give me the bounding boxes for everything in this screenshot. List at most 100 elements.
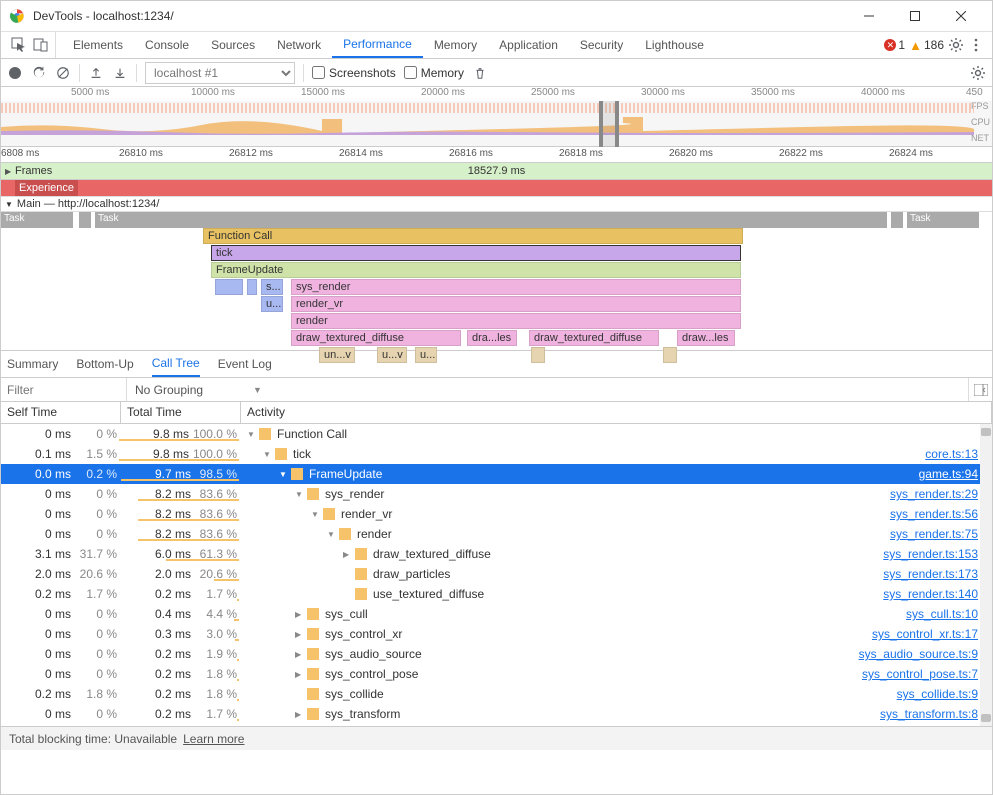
tab-elements[interactable]: Elements xyxy=(62,32,134,58)
clear-button[interactable] xyxy=(55,65,71,81)
tree-row[interactable]: 0.1 ms1.5 %9.8 ms100.0 %tickcore.ts:13 xyxy=(1,444,992,464)
expand-icon[interactable] xyxy=(295,709,305,719)
flame-block[interactable] xyxy=(531,347,545,363)
device-toolbar-icon[interactable] xyxy=(33,37,49,53)
overview-strip[interactable]: 5000 ms10000 ms15000 ms20000 ms25000 ms3… xyxy=(1,87,992,147)
tree-row[interactable]: 0 ms0 %8.2 ms83.6 %rendersys_render.ts:7… xyxy=(1,524,992,544)
source-link[interactable]: sys_render.ts:56 xyxy=(890,507,992,521)
tab-sources[interactable]: Sources xyxy=(200,32,266,58)
task-bar[interactable]: Task xyxy=(1,212,73,228)
col-self-time[interactable]: Self Time xyxy=(1,402,121,423)
flame-block[interactable] xyxy=(247,279,257,295)
expand-icon[interactable] xyxy=(295,649,305,659)
source-link[interactable]: sys_control_pose.ts:7 xyxy=(862,667,992,681)
tree-row[interactable]: 0.2 ms1.7 %0.2 ms1.7 %use_textured_diffu… xyxy=(1,584,992,604)
flame-block[interactable] xyxy=(215,279,243,295)
task-bar[interactable] xyxy=(79,212,91,228)
frames-track[interactable]: Frames 18527.9 ms xyxy=(1,163,992,180)
reload-button[interactable] xyxy=(31,65,47,81)
expand-icon[interactable] xyxy=(263,449,273,459)
inspect-element-icon[interactable] xyxy=(11,37,27,53)
memory-checkbox[interactable]: Memory xyxy=(404,66,464,80)
source-link[interactable]: sys_render.ts:173 xyxy=(883,567,992,581)
experience-track[interactable]: Experience xyxy=(1,180,992,196)
source-link[interactable]: sys_audio_source.ts:9 xyxy=(859,647,992,661)
record-button[interactable] xyxy=(7,65,23,81)
tab-security[interactable]: Security xyxy=(569,32,634,58)
settings-icon[interactable] xyxy=(948,37,964,53)
heaviest-stack-toggle[interactable] xyxy=(968,378,992,401)
expand-icon[interactable] xyxy=(5,199,13,209)
task-bar[interactable] xyxy=(891,212,903,228)
tab-network[interactable]: Network xyxy=(266,32,332,58)
flame-draw-textured-diffuse[interactable]: draw_textured_diffuse xyxy=(529,330,659,346)
source-link[interactable]: sys_control_xr.ts:17 xyxy=(872,627,992,641)
flame-render-vr[interactable]: render_vr xyxy=(291,296,741,312)
flame-block[interactable]: u... xyxy=(415,347,437,363)
tree-row[interactable]: 3.1 ms31.7 %6.0 ms61.3 %draw_textured_di… xyxy=(1,544,992,564)
main-thread-header[interactable]: Main — http://localhost:1234/ xyxy=(1,196,992,212)
tab-performance[interactable]: Performance xyxy=(332,32,423,58)
expand-icon[interactable] xyxy=(295,489,305,499)
task-bar[interactable]: Task xyxy=(95,212,887,228)
tab-lighthouse[interactable]: Lighthouse xyxy=(634,32,715,58)
flame-block[interactable] xyxy=(663,347,677,363)
expand-icon[interactable] xyxy=(343,549,353,559)
recordings-select[interactable]: localhost #1 xyxy=(145,62,295,84)
expand-icon[interactable] xyxy=(295,629,305,639)
source-link[interactable]: sys_render.ts:153 xyxy=(883,547,992,561)
tree-row[interactable]: 0 ms0 %8.2 ms83.6 %sys_rendersys_render.… xyxy=(1,484,992,504)
tree-row[interactable]: 0 ms0 %8.2 ms83.6 %render_vrsys_render.t… xyxy=(1,504,992,524)
more-icon[interactable] xyxy=(968,37,984,53)
tree-row[interactable]: 0.0 ms0.2 %9.7 ms98.5 %FrameUpdategame.t… xyxy=(1,464,992,484)
flame-block[interactable]: draw...les xyxy=(677,330,735,346)
flame-chart[interactable]: Function Call tick FrameUpdate s... sys_… xyxy=(1,228,992,350)
tab-application[interactable]: Application xyxy=(488,32,569,58)
window-maximize-button[interactable] xyxy=(892,1,938,32)
flame-block[interactable]: u... xyxy=(261,296,283,312)
window-close-button[interactable] xyxy=(938,1,984,32)
tree-row[interactable]: 0 ms0 %0.3 ms3.0 %sys_control_xrsys_cont… xyxy=(1,624,992,644)
window-minimize-button[interactable] xyxy=(846,1,892,32)
flame-function-call[interactable]: Function Call xyxy=(203,228,743,244)
flame-render[interactable]: render xyxy=(291,313,741,329)
capture-settings-icon[interactable] xyxy=(970,65,986,81)
garbage-collect-button[interactable] xyxy=(472,65,488,81)
warnings-badge[interactable]: ▲ 186 xyxy=(909,38,944,53)
flame-block[interactable]: s... xyxy=(261,279,283,295)
expand-icon[interactable] xyxy=(247,429,257,439)
tree-row[interactable]: 0 ms0 %0.2 ms1.7 %sys_transformsys_trans… xyxy=(1,704,992,724)
filter-input[interactable] xyxy=(1,383,126,397)
learn-more-link[interactable]: Learn more xyxy=(183,732,244,746)
tree-row[interactable]: 0.2 ms1.8 %0.2 ms1.8 %sys_collidesys_col… xyxy=(1,684,992,704)
expand-icon[interactable] xyxy=(311,509,321,519)
expand-icon[interactable] xyxy=(279,469,289,479)
grouping-select[interactable]: No Grouping ▼ xyxy=(126,378,270,401)
overview-selection[interactable] xyxy=(599,101,619,147)
scrollbar[interactable] xyxy=(980,424,992,726)
source-link[interactable]: sys_collide.ts:9 xyxy=(897,687,992,701)
call-tree-body[interactable]: 0 ms0 %9.8 ms100.0 %Function Call0.1 ms1… xyxy=(1,424,992,726)
flame-draw-textured-diffuse[interactable]: draw_textured_diffuse xyxy=(291,330,461,346)
expand-icon[interactable] xyxy=(295,609,305,619)
screenshots-checkbox[interactable]: Screenshots xyxy=(312,66,396,80)
flame-block[interactable]: u...v xyxy=(377,347,407,363)
tree-row[interactable]: 0 ms0 %0.2 ms1.8 %sys_control_posesys_co… xyxy=(1,664,992,684)
flame-block[interactable]: un...v xyxy=(319,347,355,363)
col-activity[interactable]: Activity xyxy=(241,402,992,423)
errors-badge[interactable]: ✕ 1 xyxy=(884,38,905,52)
tree-row[interactable]: 0 ms0 %9.8 ms100.0 %Function Call xyxy=(1,424,992,444)
tree-row[interactable]: 2.0 ms20.6 %2.0 ms20.6 %draw_particlessy… xyxy=(1,564,992,584)
tab-memory[interactable]: Memory xyxy=(423,32,488,58)
source-link[interactable]: sys_render.ts:75 xyxy=(890,527,992,541)
source-link[interactable]: sys_render.ts:140 xyxy=(883,587,992,601)
load-profile-button[interactable] xyxy=(88,65,104,81)
expand-icon[interactable] xyxy=(5,166,11,176)
flame-block[interactable]: dra...les xyxy=(467,330,517,346)
tree-row[interactable]: 0 ms0 %0.2 ms1.9 %sys_audio_sourcesys_au… xyxy=(1,644,992,664)
tree-row[interactable]: 0 ms0 %0.4 ms4.4 %sys_cullsys_cull.ts:10 xyxy=(1,604,992,624)
flame-tick[interactable]: tick xyxy=(211,245,741,261)
expand-icon[interactable] xyxy=(295,669,305,679)
col-total-time[interactable]: Total Time xyxy=(121,402,241,423)
tab-console[interactable]: Console xyxy=(134,32,200,58)
